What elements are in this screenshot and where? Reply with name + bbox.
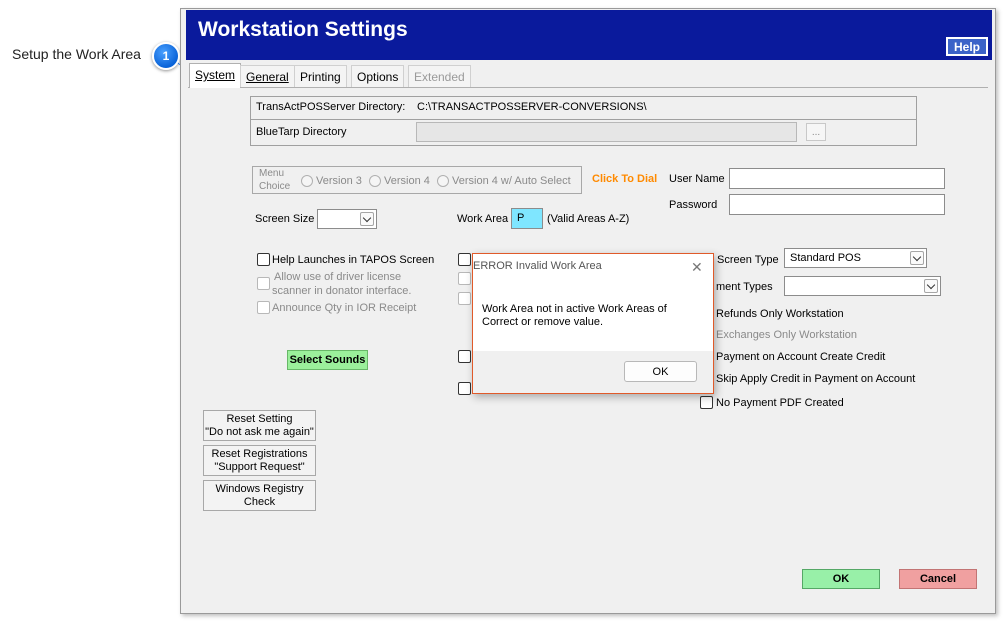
- screen-type-label: Screen Type: [717, 254, 779, 266]
- tab-printing[interactable]: Printing: [294, 65, 347, 87]
- reset-setting-line2: "Do not ask me again": [205, 425, 314, 438]
- help-button[interactable]: Help: [946, 37, 988, 56]
- password-label: Password: [669, 199, 718, 211]
- click-to-dial-link[interactable]: Click To Dial: [592, 173, 657, 185]
- reset-registrations-button[interactable]: Reset Registrations "Support Request": [203, 445, 316, 476]
- chevron-down-icon: [924, 279, 938, 293]
- driver-license-label-line2: scanner in donator interface.: [272, 285, 412, 297]
- help-launches-label: Help Launches in TAPOS Screen: [272, 254, 435, 266]
- bluetarp-directory-field[interactable]: [416, 122, 797, 142]
- reset-registrations-line1: Reset Registrations: [211, 447, 308, 460]
- tab-options[interactable]: Options: [351, 65, 405, 87]
- menu-choice-label-line1: Menu: [259, 168, 285, 179]
- middle-checkbox-4[interactable]: [458, 350, 471, 363]
- payment-on-account-label: Payment on Account Create Credit: [716, 351, 886, 363]
- menu-choice-v3-label: Version 3: [316, 175, 362, 187]
- exchanges-only-label: Exchanges Only Workstation: [716, 329, 858, 341]
- skip-apply-credit-label: Skip Apply Credit in Payment on Account: [716, 373, 916, 385]
- payment-types-label: ment Types: [716, 281, 773, 293]
- menu-choice-v4-auto-label: Version 4 w/ Auto Select: [452, 175, 571, 187]
- middle-checkbox-2[interactable]: [458, 272, 471, 285]
- tab-general-label: General: [246, 70, 289, 84]
- tab-extended-label: Extended: [414, 70, 465, 84]
- tab-system[interactable]: System: [189, 63, 242, 88]
- tab-general[interactable]: General: [240, 65, 295, 87]
- bluetarp-directory-label: BlueTarp Directory: [256, 126, 347, 138]
- dialog-ok-button[interactable]: OK: [624, 361, 697, 382]
- dialog-message: Work Area not in active Work Areas of Co…: [482, 303, 702, 329]
- dialog-title: ERROR Invalid Work Area: [473, 260, 602, 272]
- middle-checkbox-1[interactable]: [458, 253, 471, 266]
- select-sounds-button[interactable]: Select Sounds: [287, 350, 368, 370]
- tab-options-label: Options: [357, 70, 399, 84]
- no-payment-pdf-checkbox[interactable]: [700, 396, 713, 409]
- windows-registry-check-button[interactable]: Windows Registry Check: [203, 480, 316, 511]
- chevron-down-icon: [910, 251, 924, 265]
- announce-qty-checkbox[interactable]: [257, 301, 270, 314]
- screen-size-select[interactable]: [317, 209, 377, 229]
- menu-choice-v4-auto-radio[interactable]: [437, 175, 449, 187]
- middle-checkbox-5[interactable]: [458, 382, 471, 395]
- server-directory-value: C:\TRANSACTPOSSERVER-CONVERSIONS\: [417, 101, 647, 113]
- registry-check-line1: Windows Registry: [215, 482, 304, 495]
- middle-checkbox-3[interactable]: [458, 292, 471, 305]
- close-icon[interactable]: ✕: [691, 259, 703, 276]
- menu-choice-v3-radio[interactable]: [301, 175, 313, 187]
- callout-label: Setup the Work Area: [12, 46, 141, 62]
- reset-setting-button[interactable]: Reset Setting "Do not ask me again": [203, 410, 316, 441]
- driver-license-checkbox[interactable]: [257, 277, 270, 290]
- directory-divider: [251, 119, 916, 120]
- screen-type-value: Standard POS: [790, 252, 861, 264]
- tab-system-label: System: [195, 68, 236, 82]
- menu-choice-v4-radio[interactable]: [369, 175, 381, 187]
- no-payment-pdf-label: No Payment PDF Created: [716, 397, 844, 409]
- window-title: Workstation Settings: [198, 18, 408, 41]
- menu-choice-v4-label: Version 4: [384, 175, 430, 187]
- ok-button[interactable]: OK: [802, 569, 880, 589]
- work-area-label: Work Area: [457, 213, 509, 225]
- announce-qty-label: Announce Qty in IOR Receipt: [272, 302, 417, 314]
- refunds-only-label: Refunds Only Workstation: [716, 308, 844, 320]
- server-directory-label: TransActPOSServer Directory:: [256, 101, 406, 113]
- dialog-message-line2: Correct or remove value.: [482, 316, 604, 328]
- password-field[interactable]: [729, 194, 945, 215]
- cancel-button[interactable]: Cancel: [899, 569, 977, 589]
- payment-types-select[interactable]: [784, 276, 941, 296]
- reset-registrations-line2: "Support Request": [214, 460, 305, 473]
- screen-type-select[interactable]: Standard POS: [784, 248, 927, 268]
- callout-number-badge: 1: [152, 42, 180, 70]
- tab-printing-label: Printing: [300, 70, 341, 84]
- menu-choice-label-line2: Choice: [259, 181, 291, 192]
- screen-size-label: Screen Size: [255, 213, 315, 225]
- help-launches-checkbox[interactable]: [257, 253, 270, 266]
- tab-extended: Extended: [408, 65, 471, 87]
- bluetarp-browse-button[interactable]: ...: [806, 123, 826, 141]
- work-area-field[interactable]: P: [511, 208, 543, 229]
- driver-license-label-line1: Allow use of driver license: [274, 271, 402, 283]
- username-label: User Name: [669, 173, 725, 185]
- work-area-hint: (Valid Areas A-Z): [547, 213, 630, 225]
- reset-setting-line1: Reset Setting: [226, 412, 293, 425]
- dialog-message-line1: Work Area not in active Work Areas of: [482, 303, 667, 315]
- registry-check-line2: Check: [243, 495, 276, 508]
- username-field[interactable]: [729, 168, 945, 189]
- chevron-down-icon: [360, 212, 374, 226]
